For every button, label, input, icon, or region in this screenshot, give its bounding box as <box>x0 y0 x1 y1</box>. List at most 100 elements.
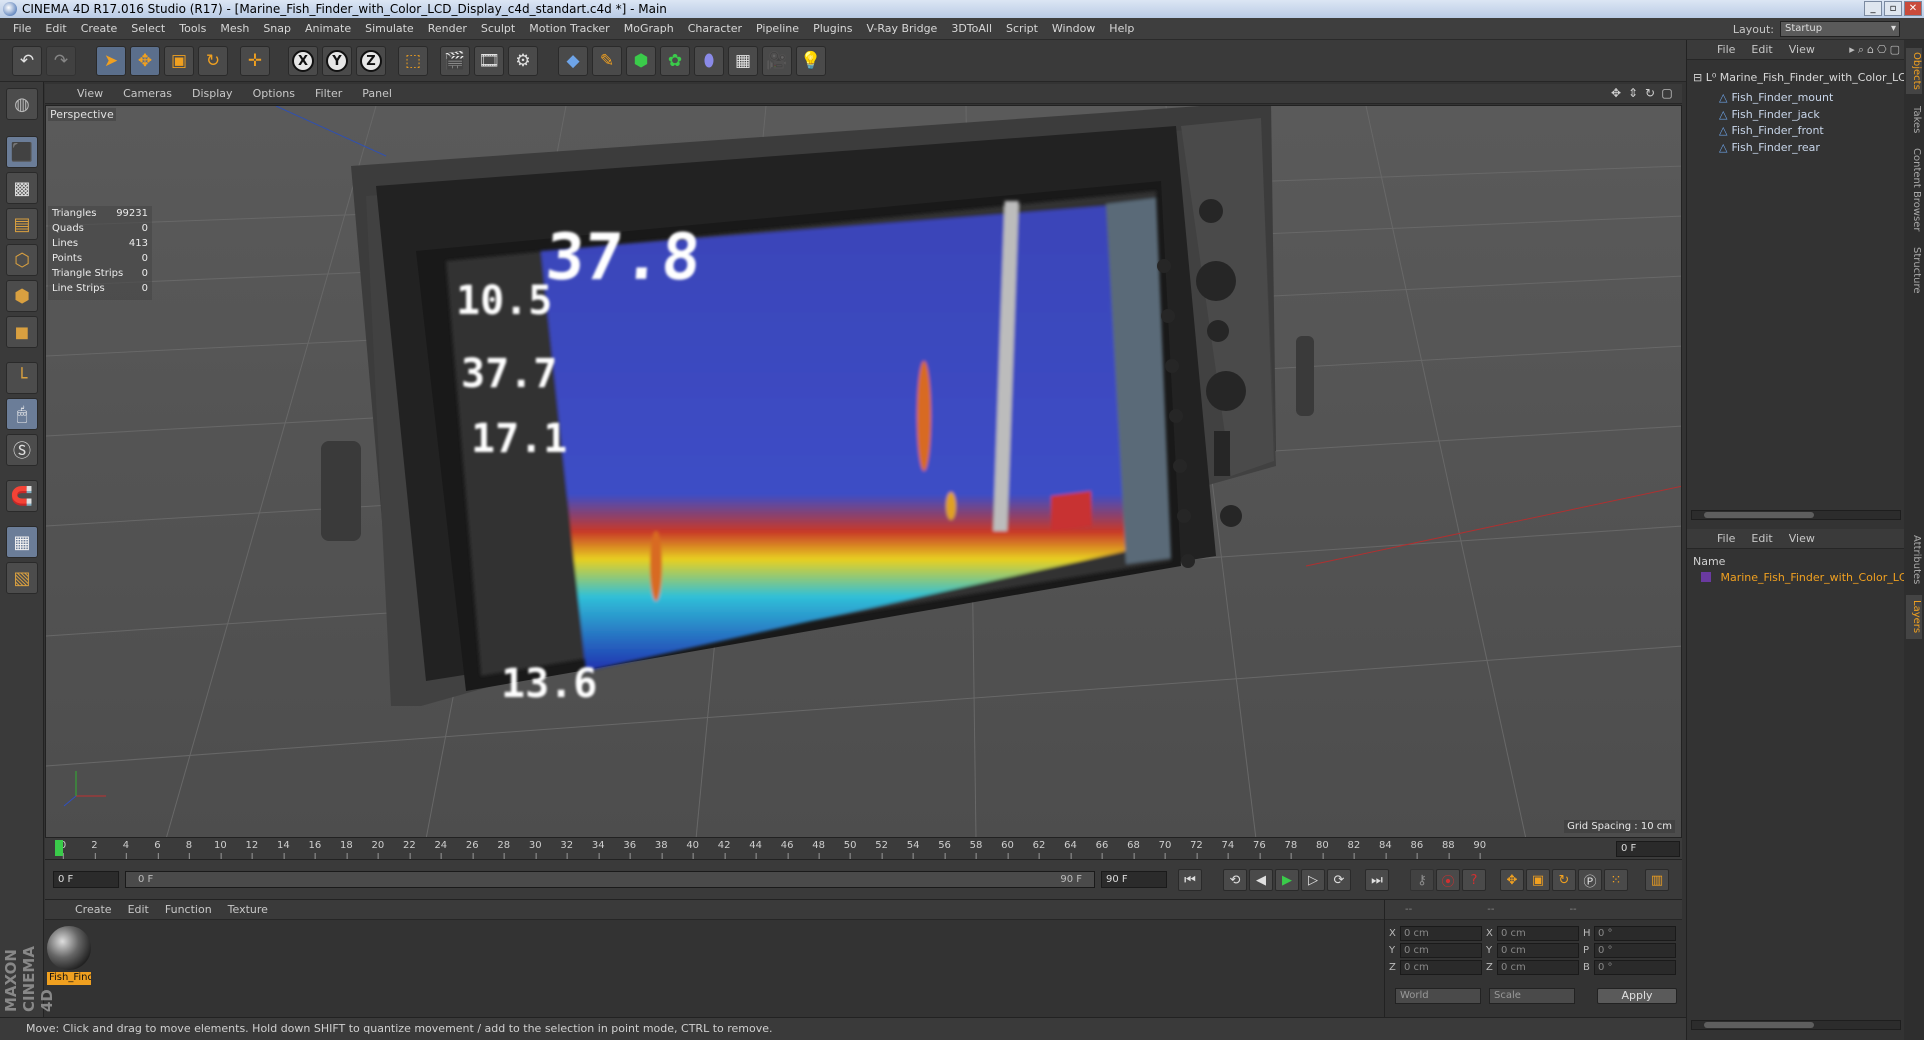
record-keys-button[interactable]: ⚷ <box>1410 869 1434 891</box>
add-light-button[interactable]: 💡 <box>796 46 826 76</box>
menu-sculpt[interactable]: Sculpt <box>474 22 522 35</box>
add-array-button[interactable]: ✿ <box>660 46 690 76</box>
coordinate-field[interactable]: 0 cm <box>1497 960 1579 975</box>
material-menu-create[interactable]: Create <box>67 903 120 916</box>
viewport-menu-view[interactable]: View <box>67 87 113 100</box>
menu-create[interactable]: Create <box>74 22 125 35</box>
key-position-button[interactable]: ✥ <box>1500 869 1524 891</box>
menu-pipeline[interactable]: Pipeline <box>749 22 806 35</box>
menu-render[interactable]: Render <box>421 22 474 35</box>
search-icon[interactable]: ⌕ <box>1858 43 1864 57</box>
keyframe-selection-button[interactable]: ? <box>1462 869 1486 891</box>
live-selection-button[interactable]: ➤ <box>96 46 126 76</box>
menu-select[interactable]: Select <box>124 22 172 35</box>
menu-help[interactable]: Help <box>1102 22 1141 35</box>
material-menu-edit[interactable]: Edit <box>120 903 157 916</box>
minimize-button[interactable]: _ <box>1864 1 1882 16</box>
arrow-right-icon[interactable]: ▸ <box>1849 43 1855 57</box>
render-view-button[interactable]: 🎬 <box>440 46 470 76</box>
menu-animate[interactable]: Animate <box>298 22 358 35</box>
coordinate-field[interactable]: 0 cm <box>1400 926 1482 941</box>
tree-object-fish-finder-mount[interactable]: △ Fish_Finder_mount <box>1719 89 1833 107</box>
coordinate-field[interactable]: 0 cm <box>1400 960 1482 975</box>
menu-v-ray-bridge[interactable]: V-Ray Bridge <box>859 22 944 35</box>
tree-object-fish-finder-jack[interactable]: △ Fish_Finder_jack <box>1719 106 1820 124</box>
menu-snap[interactable]: Snap <box>256 22 298 35</box>
menu-plugins[interactable]: Plugins <box>806 22 859 35</box>
tree-object-fish-finder-rear[interactable]: △ Fish_Finder_rear <box>1719 139 1820 157</box>
go-to-end-button[interactable]: ⏭ <box>1365 869 1389 891</box>
render-picture-viewer-button[interactable]: 🎞 <box>474 46 504 76</box>
maximize-button[interactable]: ▫ <box>1884 1 1902 16</box>
home-icon[interactable]: ⌂ <box>1867 43 1874 57</box>
tab-takes[interactable]: Takes <box>1906 100 1922 140</box>
tab-attributes[interactable]: Attributes <box>1906 530 1922 590</box>
go-to-start-button[interactable]: ⏮ <box>1178 869 1202 891</box>
material-name-label[interactable]: Fish_Finder <box>47 972 91 985</box>
menu-mograph[interactable]: MoGraph <box>617 22 681 35</box>
material-preview-sphere[interactable] <box>47 926 91 970</box>
tab-structure[interactable]: Structure <box>1906 240 1922 300</box>
viewport-menu-panel[interactable]: Panel <box>352 87 402 100</box>
layer-scrollbar[interactable] <box>1691 1020 1901 1030</box>
magnet-button[interactable]: 🧲 <box>6 480 38 512</box>
layer-item[interactable]: Marine_Fish_Finder_with_Color_LCD_Displa… <box>1701 571 1924 584</box>
axis-mode-button[interactable]: └ <box>6 362 38 394</box>
object-scrollbar[interactable] <box>1691 510 1901 520</box>
polygons-mode-button[interactable]: ◼ <box>6 316 38 348</box>
coordinate-system-button[interactable]: ⬚ <box>398 46 428 76</box>
add-nurbs-button[interactable]: ⬢ <box>626 46 656 76</box>
material-menu-texture[interactable]: Texture <box>220 903 276 916</box>
start-frame-field[interactable]: 0 F <box>53 871 119 888</box>
perspective-viewport[interactable]: 37.8 10.5 37.7 17.1 13.6 Perspective Tri… <box>45 105 1682 838</box>
tab-content-browser[interactable]: Content Browser <box>1906 145 1922 235</box>
menu-3dtoall[interactable]: 3DToAll <box>944 22 999 35</box>
rotate-tool-button[interactable]: ↻ <box>198 46 228 76</box>
end-frame-field[interactable]: 90 F <box>1101 871 1167 888</box>
points-mode-button[interactable]: ⬡ <box>6 244 38 276</box>
key-pla-button[interactable]: ⁙ <box>1604 869 1628 891</box>
menu-motion-tracker[interactable]: Motion Tracker <box>522 22 616 35</box>
tree-root-object[interactable]: ⊟ L⁰ Marine_Fish_Finder_with_Color_LCD_D… <box>1693 71 1924 84</box>
key-scale-button[interactable]: ▣ <box>1526 869 1550 891</box>
y-axis-lock-button[interactable]: Y <box>322 46 352 76</box>
key-rotation-button[interactable]: ↻ <box>1552 869 1576 891</box>
z-axis-lock-button[interactable]: Z <box>356 46 386 76</box>
current-frame-field[interactable]: 0 F <box>1616 841 1680 857</box>
move-tool-button[interactable]: ✥ <box>130 46 160 76</box>
add-scene-button[interactable]: ▦ <box>728 46 758 76</box>
preview-range-slider[interactable]: 0 F 90 F <box>125 871 1095 888</box>
layer-menu-file[interactable]: File <box>1709 532 1743 545</box>
menu-simulate[interactable]: Simulate <box>358 22 421 35</box>
tweak-mode-button[interactable]: 🖱 <box>6 398 38 430</box>
layer-menu-view[interactable]: View <box>1781 532 1823 545</box>
close-button[interactable]: ✕ <box>1904 1 1922 16</box>
coordinate-field[interactable]: 0 ° <box>1594 926 1676 941</box>
texture-mode-button[interactable]: ▩ <box>6 172 38 204</box>
menu-window[interactable]: Window <box>1045 22 1102 35</box>
scale-tool-button[interactable]: ▣ <box>164 46 194 76</box>
render-settings-button[interactable]: ⚙ <box>508 46 538 76</box>
menu-tools[interactable]: Tools <box>172 22 213 35</box>
menu-character[interactable]: Character <box>681 22 749 35</box>
add-deformer-button[interactable]: ⬮ <box>694 46 724 76</box>
add-cube-button[interactable]: ◆ <box>558 46 588 76</box>
previous-frame-button[interactable]: ◀ <box>1249 869 1273 891</box>
edges-mode-button[interactable]: ⬢ <box>6 280 38 312</box>
model-mode-button[interactable]: ⬛ <box>6 136 38 168</box>
layer-menu-edit[interactable]: Edit <box>1743 532 1780 545</box>
next-key-button[interactable]: ⟳ <box>1327 869 1351 891</box>
viewport-menu-filter[interactable]: Filter <box>305 87 352 100</box>
object-menu-edit[interactable]: Edit <box>1743 43 1780 56</box>
size-mode-dropdown[interactable]: Scale <box>1489 988 1575 1004</box>
maximize-view-icon[interactable]: ▢ <box>1660 86 1674 100</box>
tab-objects[interactable]: Objects <box>1906 48 1922 94</box>
next-frame-button[interactable]: ▷ <box>1301 869 1325 891</box>
snap-button[interactable]: Ⓢ <box>6 434 38 466</box>
object-menu-view[interactable]: View <box>1781 43 1823 56</box>
playhead-marker[interactable] <box>55 840 63 856</box>
timeline-ruler[interactable]: 0 2 4 6 8 10 12 14 16 18 20 22 24 26 28 30 32 34 36 38 40 42 4… <box>45 838 1682 860</box>
redo-button[interactable]: ↷ <box>46 46 76 76</box>
dolly-icon[interactable]: ⇕ <box>1626 86 1640 100</box>
autokey-button[interactable]: ⦿ <box>1436 869 1460 891</box>
